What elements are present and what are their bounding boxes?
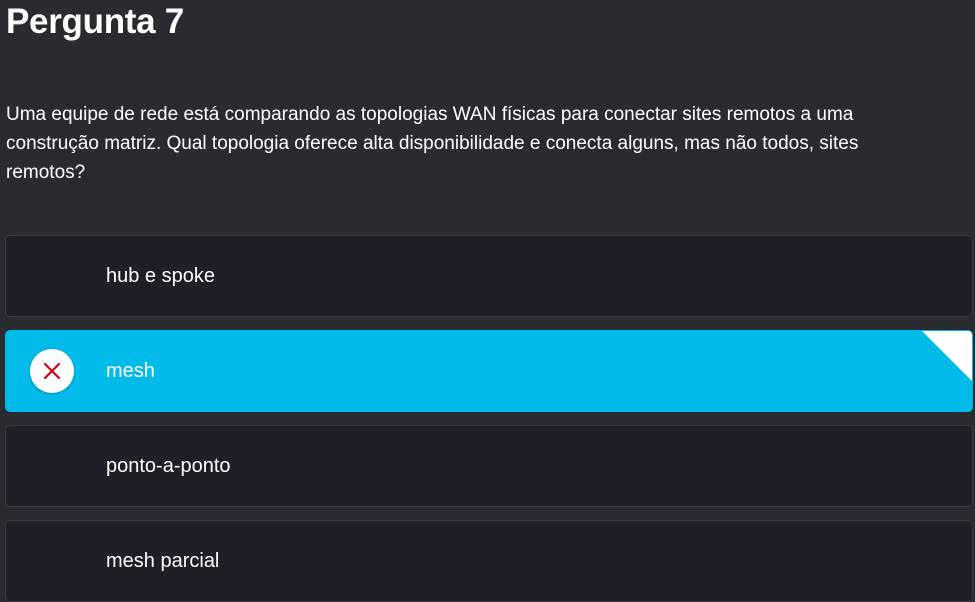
answer-option-hub-e-spoke[interactable]: hub e spoke	[5, 235, 973, 317]
option-label: ponto-a-ponto	[106, 455, 231, 477]
selected-corner-marker	[922, 331, 972, 381]
option-label: mesh parcial	[106, 550, 220, 572]
option-label: mesh	[106, 360, 155, 382]
answer-option-ponto-a-ponto[interactable]: ponto-a-ponto	[5, 425, 973, 507]
answer-option-mesh-parcial[interactable]: mesh parcial	[5, 520, 973, 602]
question-text: Uma equipe de rede está comparando as to…	[6, 104, 859, 183]
incorrect-mark	[30, 349, 74, 393]
answer-option-mesh[interactable]: mesh	[5, 330, 973, 412]
close-icon	[43, 362, 61, 380]
answer-options: hub e spoke mesh ponto-a-ponto mesh parc…	[5, 235, 973, 602]
option-label: hub e spoke	[106, 265, 215, 287]
question-title: Pergunta 7	[6, 2, 184, 41]
quiz-page: Pergunta 7 Uma equipe de rede está compa…	[0, 0, 975, 602]
